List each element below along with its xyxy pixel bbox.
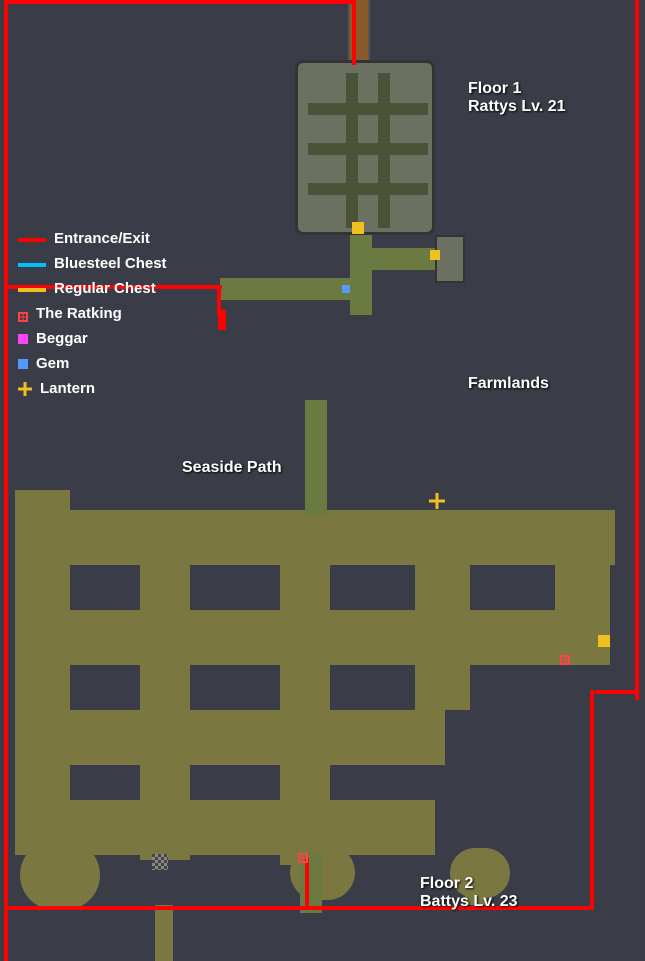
legend-item-ratking: The Ratking <box>18 305 167 322</box>
corridor-top-mid <box>305 400 327 515</box>
bluesteel-icon <box>18 263 46 267</box>
floor1-stem <box>350 235 372 315</box>
floor1-label: Floor 1 Rattys Lv. 21 <box>468 80 566 116</box>
chest-yellow-right <box>430 250 440 260</box>
ratking-label: The Ratking <box>36 305 122 322</box>
ratking-marker <box>560 652 570 670</box>
lantern-label: Lantern <box>40 380 95 397</box>
h-path-3 <box>15 710 445 765</box>
floor1-corridor-left <box>220 278 355 300</box>
v-path-1 <box>15 490 70 855</box>
entrance-label: Entrance/Exit <box>54 230 150 247</box>
red-line-left-bottom <box>4 500 8 961</box>
blob-bottom-left <box>20 840 100 910</box>
regular-chest-icon <box>18 288 46 292</box>
beggar-icon <box>18 334 28 344</box>
h-path-4 <box>55 800 435 855</box>
gem-marker <box>342 285 350 293</box>
gem-icon <box>18 359 28 369</box>
legend: Entrance/Exit Bluesteel Chest Regular Ch… <box>18 230 167 405</box>
seaside-path-label: Seaside Path <box>182 459 282 477</box>
legend-item-lantern: Lantern <box>18 380 167 397</box>
checker-exit <box>152 854 168 870</box>
legend-item-gem: Gem <box>18 355 167 372</box>
legend-item-bluesteel: Bluesteel Chest <box>18 255 167 272</box>
floor1-dungeon <box>295 60 435 235</box>
farmlands-label: Farmlands <box>468 375 549 393</box>
beggar-label: Beggar <box>36 330 88 347</box>
red-line-top <box>352 0 356 65</box>
red-line-right-bottom <box>595 690 635 694</box>
chest-yellow-mid-right <box>598 635 610 647</box>
red-line-bottom <box>4 906 314 910</box>
v-path-2 <box>140 510 190 860</box>
entrance-icon <box>18 238 46 242</box>
v-path-4 <box>415 510 470 710</box>
v-path-3 <box>280 510 330 865</box>
lantern-marker-1 <box>429 493 445 514</box>
floor2-label: Floor 2 Battys Lv. 23 <box>420 875 518 911</box>
ratking-icon <box>18 309 28 319</box>
red-line-right-v2 <box>590 690 594 910</box>
red-line-left-top <box>4 0 8 500</box>
lantern-icon <box>18 382 32 396</box>
red-line-right <box>635 0 639 700</box>
gem-label: Gem <box>36 355 69 372</box>
bottom-exit-left <box>155 905 173 961</box>
red-line-left-h2 <box>217 285 221 315</box>
red-line-top-h <box>4 0 354 4</box>
legend-item-beggar: Beggar <box>18 330 167 347</box>
chest-yellow-f1 <box>352 222 364 234</box>
ratking-marker-2 <box>298 850 308 868</box>
regular-chest-label: Regular Chest <box>54 280 156 297</box>
bluesteel-label: Bluesteel Chest <box>54 255 167 272</box>
legend-item-regular: Regular Chest <box>18 280 167 297</box>
legend-item-entrance: Entrance/Exit <box>18 230 167 247</box>
